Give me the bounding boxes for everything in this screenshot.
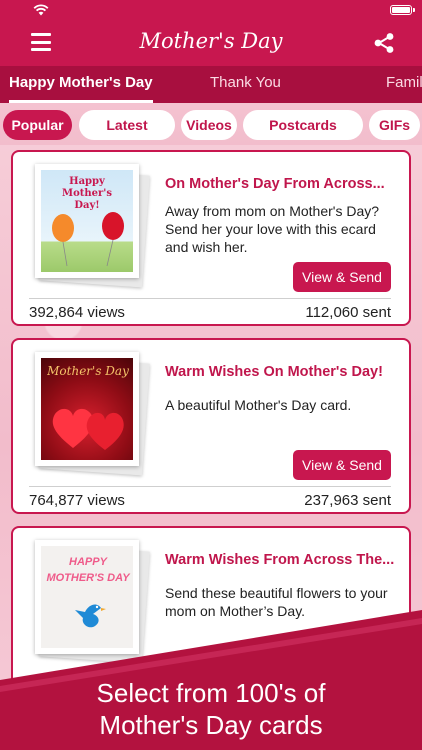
- app-title: Mother's Day: [139, 29, 283, 53]
- filter-popular[interactable]: Popular: [3, 110, 72, 140]
- card-title[interactable]: On Mother's Day From Across...: [165, 176, 401, 192]
- hearts-icon: [52, 408, 124, 450]
- app-header: Mother's Day: [0, 20, 422, 66]
- battery-icon: [390, 5, 415, 15]
- card-thumbnail[interactable]: Happy Mother's Day!: [35, 164, 150, 288]
- card-divider: [29, 298, 391, 299]
- tab-family[interactable]: Family: [386, 66, 422, 103]
- views-count: 764,877 views: [29, 492, 125, 509]
- view-send-button[interactable]: View & Send: [293, 450, 391, 480]
- card-title[interactable]: Warm Wishes From Across The...: [165, 552, 401, 568]
- tab-thank-you[interactable]: Thank You: [210, 66, 281, 103]
- card-description: Away from mom on Mother's Day? Send her …: [165, 203, 380, 255]
- status-bar: [0, 0, 422, 20]
- category-tabs: Happy Mother's Day Thank You Family: [0, 66, 422, 103]
- filter-videos[interactable]: Videos: [181, 110, 237, 140]
- sent-count: 237,963 sent: [304, 492, 391, 509]
- filter-gifs[interactable]: GIFs: [369, 110, 420, 140]
- card[interactable]: Happy Mother's Day! On Mother's Day From…: [11, 150, 411, 326]
- promo-text: Select from 100's of Mother's Day cards: [0, 677, 422, 741]
- sent-count: 112,060 sent: [305, 304, 391, 321]
- card-title[interactable]: Warm Wishes On Mother's Day!: [165, 364, 401, 380]
- filter-bar: Popular Latest Videos Postcards GIFs: [0, 103, 422, 145]
- view-send-button[interactable]: View & Send: [293, 262, 391, 292]
- wifi-icon: [33, 4, 49, 16]
- card-thumbnail[interactable]: Mother's Day: [35, 352, 150, 476]
- filter-latest[interactable]: Latest: [79, 110, 175, 140]
- thumb-caption: Happy Mother's Day!: [62, 176, 112, 211]
- card-description: A beautiful Mother's Day card.: [165, 397, 352, 413]
- share-icon[interactable]: [373, 32, 395, 54]
- balloon-icon: [52, 212, 124, 267]
- promo-line-1: Select from 100's of: [96, 678, 326, 708]
- views-count: 392,864 views: [29, 304, 125, 321]
- card-divider: [29, 486, 391, 487]
- thumb-caption: Mother's Day: [47, 364, 129, 378]
- thumb-caption: HAPPY MOTHER'S DAY: [46, 556, 130, 584]
- filter-postcards[interactable]: Postcards: [243, 110, 363, 140]
- tab-happy-mothers-day[interactable]: Happy Mother's Day: [9, 66, 153, 103]
- promo-line-2: Mother's Day cards: [99, 710, 323, 740]
- card[interactable]: Mother's Day Warm Wishes On Mother's Day…: [11, 338, 411, 514]
